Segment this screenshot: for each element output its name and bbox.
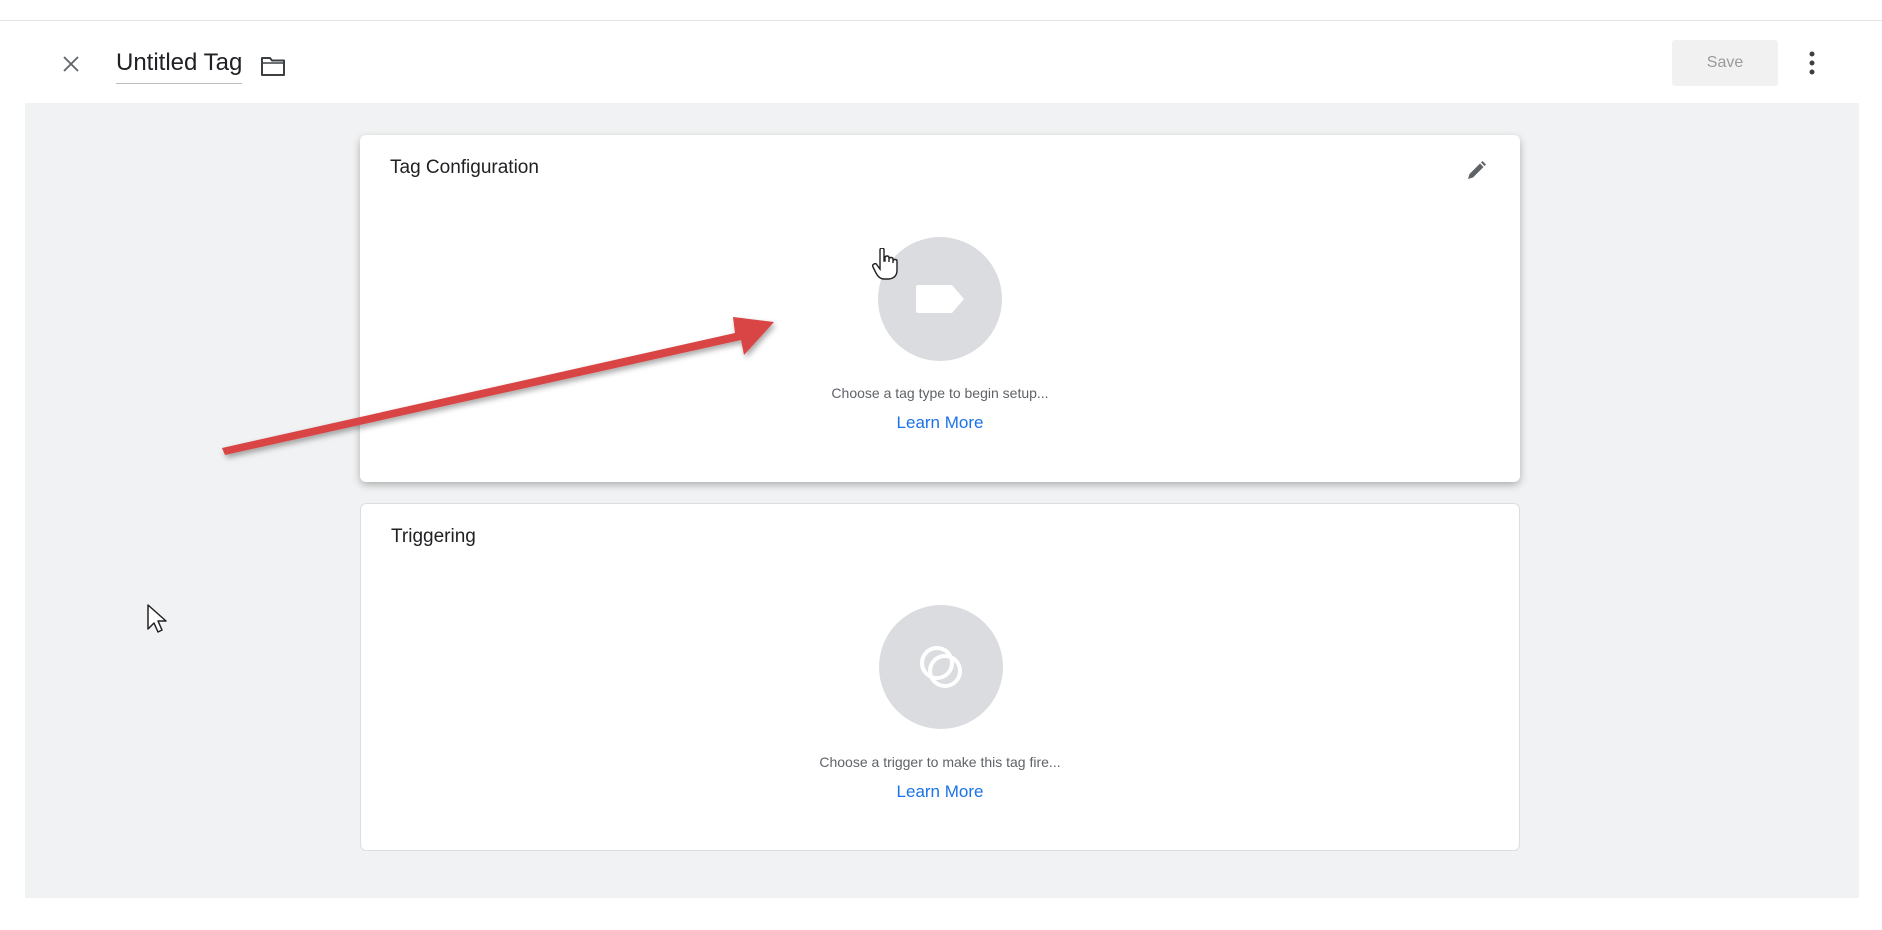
- save-button[interactable]: Save: [1672, 40, 1778, 86]
- trigger-hint: Choose a trigger to make this tag fire..…: [819, 754, 1061, 770]
- tag-configuration-title: Tag Configuration: [390, 157, 539, 178]
- triggering-title: Triggering: [391, 526, 476, 547]
- tag-icon: [916, 285, 964, 313]
- pencil-icon: [1468, 161, 1486, 179]
- close-icon: [63, 56, 79, 72]
- trigger-learn-more-link[interactable]: Learn More: [361, 782, 1519, 802]
- triggering-card[interactable]: Triggering Choose a trigger to make this…: [360, 503, 1520, 851]
- tag-type-hint: Choose a tag type to begin setup...: [831, 385, 1049, 401]
- folder-icon: [261, 57, 286, 76]
- tag-title-wrap: Untitled Tag: [116, 49, 288, 84]
- more-vert-icon: [1809, 51, 1815, 75]
- trigger-icon: [920, 646, 962, 688]
- edit-tag-configuration-button[interactable]: [1460, 155, 1492, 187]
- tag-name-input[interactable]: Untitled Tag: [116, 49, 243, 84]
- tag-configuration-card[interactable]: Tag Configuration Choose a tag type to b…: [360, 135, 1520, 482]
- more-options-button[interactable]: [1798, 43, 1826, 83]
- close-button[interactable]: [56, 49, 86, 79]
- choose-tag-type-button[interactable]: [878, 237, 1002, 361]
- choose-trigger-button[interactable]: [879, 605, 1003, 729]
- tag-learn-more-link[interactable]: Learn More: [360, 413, 1520, 433]
- folder-button[interactable]: [258, 51, 288, 81]
